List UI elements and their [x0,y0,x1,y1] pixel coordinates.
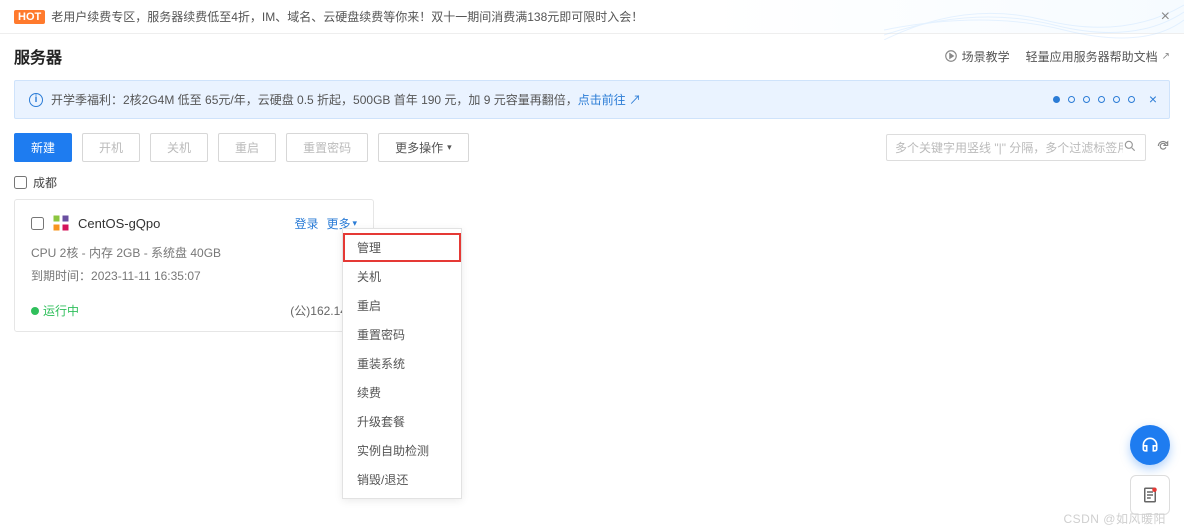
instance-status: 运行中 [31,302,79,319]
chevron-down-icon: ▾ [447,142,452,153]
menu-item-7[interactable]: 实例自助检测 [343,436,461,465]
new-button[interactable]: 新建 [14,133,72,162]
promo-link[interactable]: 点击前往 ↗ [578,93,641,107]
login-link[interactable]: 登录 [294,215,318,232]
feedback-fab[interactable] [1130,475,1170,515]
instance-name[interactable]: CentOS-gQpo [78,216,160,231]
page-header: 服务器 场景教学 轻量应用服务器帮助文档 ↗ [0,34,1184,80]
promo-text: 开学季福利：2核2G4M 低至 65元/年，云硬盘 0.5 折起，500GB 首… [51,91,641,108]
dot-5[interactable] [1113,96,1120,103]
region-row: 成都 [14,174,1170,191]
dot-2[interactable] [1068,96,1075,103]
instance-card: CentOS-gQpo 登录 更多 ▾ CPU 2核 - 内存 2GB - 系统… [14,199,374,332]
header-links: 场景教学 轻量应用服务器帮助文档 ↗ [944,48,1170,65]
instance-spec: CPU 2核 - 内存 2GB - 系统盘 40GB [31,242,357,265]
menu-item-1[interactable]: 关机 [343,262,461,291]
chevron-down-icon: ▾ [352,218,357,229]
menu-item-0[interactable]: 管理 [343,233,461,262]
more-dropdown-menu: 管理关机重启重置密码重装系统续费升级套餐实例自助检测销毁/退还 [342,228,462,499]
external-link-icon: ↗ [1162,51,1170,62]
tutorial-link[interactable]: 场景教学 [944,48,1010,65]
more-actions-dropdown[interactable]: 更多操作▾ [378,133,469,162]
play-circle-icon [944,49,958,63]
help-doc-link[interactable]: 轻量应用服务器帮助文档 ↗ [1026,48,1170,65]
region-checkbox[interactable] [14,176,27,189]
search-input[interactable] [895,141,1123,155]
status-dot-icon [31,307,39,315]
instance-checkbox[interactable] [31,217,44,230]
menu-item-4[interactable]: 重装系统 [343,349,461,378]
region-name: 成都 [33,174,57,191]
instance-expire: 到期时间：2023-11-11 16:35:07 [31,265,357,288]
document-icon [1141,486,1159,504]
menu-item-8[interactable]: 销毁/退还 [343,465,461,494]
hot-badge: HOT [14,10,45,24]
dot-1[interactable] [1053,96,1060,103]
top-banner-text: 老用户续费专区，服务器续费低至4折，IM、域名、云硬盘续费等你来！双十一期间消费… [51,8,643,25]
start-button: 开机 [82,133,140,162]
page-title: 服务器 [14,44,62,68]
refresh-icon[interactable] [1156,139,1170,156]
menu-item-6[interactable]: 升级套餐 [343,407,461,436]
card-body: CPU 2核 - 内存 2GB - 系统盘 40GB 到期时间：2023-11-… [31,242,357,288]
info-icon: i [29,93,43,107]
carousel-dots[interactable] [1053,96,1135,103]
dot-3[interactable] [1083,96,1090,103]
promo-strip: i 开学季福利：2核2G4M 低至 65元/年，云硬盘 0.5 折起，500GB… [14,80,1170,119]
promo-top-banner: HOT 老用户续费专区，服务器续费低至4折，IM、域名、云硬盘续费等你来！双十一… [0,0,1184,34]
support-fab[interactable] [1130,425,1170,465]
search-box[interactable] [886,134,1146,161]
toolbar: 新建 开机 关机 重启 重置密码 更多操作▾ [14,133,1170,162]
promo-right: × [1053,91,1157,107]
restart-button: 重启 [218,133,276,162]
menu-item-3[interactable]: 重置密码 [343,320,461,349]
card-header: CentOS-gQpo 登录 更多 ▾ [31,214,357,232]
external-link-icon: ↗ [629,93,641,107]
menu-item-2[interactable]: 重启 [343,291,461,320]
promo-close-icon[interactable]: × [1149,91,1157,107]
reset-password-button: 重置密码 [286,133,368,162]
watermark: CSDN @如风暖阳 [1063,510,1166,527]
menu-item-5[interactable]: 续费 [343,378,461,407]
dot-6[interactable] [1128,96,1135,103]
card-footer: 运行中 (公)162.14.7 [31,302,357,319]
shutdown-button: 关机 [150,133,208,162]
floating-buttons [1130,425,1170,515]
headset-icon [1140,435,1160,455]
search-icon[interactable] [1123,139,1137,156]
centos-icon [52,214,70,232]
dot-4[interactable] [1098,96,1105,103]
top-banner-close-icon[interactable]: × [1161,8,1170,26]
